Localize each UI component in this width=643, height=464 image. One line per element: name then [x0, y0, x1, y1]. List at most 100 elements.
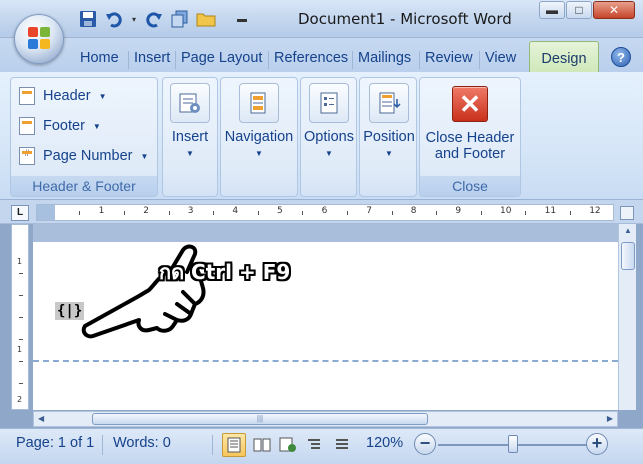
chevron-down-icon[interactable]: ▾ — [130, 9, 138, 29]
web-layout-button[interactable] — [276, 433, 300, 457]
ruler-number: 12 — [589, 206, 601, 216]
quick-access-toolbar: ▾ ▬ — [78, 8, 252, 30]
vertical-ruler-tick — [19, 383, 23, 384]
status-separator — [102, 435, 103, 455]
tab-design[interactable]: Design — [529, 41, 599, 72]
close-window-button[interactable]: ✕ — [593, 1, 635, 19]
vertical-ruler-number: 1 — [17, 345, 23, 354]
page-number-label: Page Number — [43, 148, 133, 164]
insert-button[interactable]: Insert ▼ — [167, 83, 213, 158]
tab-insert[interactable]: Insert — [132, 50, 172, 66]
print-layout-view-button[interactable] — [222, 433, 246, 457]
position-group: Position ▼ — [359, 77, 417, 197]
horizontal-scroll-thumb[interactable]: ||| — [92, 413, 428, 425]
tab-references[interactable]: References — [272, 50, 350, 66]
header-boundary-line — [33, 360, 618, 362]
page-number-button[interactable]: # Page Number ▼ — [19, 144, 148, 168]
minimize-button[interactable]: ▬ — [539, 1, 565, 19]
tab-home[interactable]: Home — [78, 50, 121, 66]
hint-text: กด Ctrl + F9 — [159, 260, 291, 284]
tab-mailings[interactable]: Mailings — [356, 50, 413, 66]
scroll-up-arrow-icon[interactable]: ▲ — [621, 226, 635, 240]
horizontal-ruler[interactable]: 1 2 3 4 5 6 7 8 9 10 11 12 — [36, 204, 614, 221]
tab-separator — [175, 51, 176, 69]
options-icon — [309, 83, 349, 123]
ruler-number: 7 — [366, 206, 372, 216]
close-header-footer-button[interactable]: ✕ Close Header and Footer — [422, 84, 518, 162]
save-icon[interactable] — [78, 9, 98, 29]
tab-separator — [419, 51, 420, 69]
vertical-ruler-tick — [19, 273, 23, 274]
vertical-ruler-number: 1 — [17, 257, 23, 266]
vertical-scrollbar[interactable]: ▲ — [618, 224, 636, 410]
ruler-number: 2 — [143, 206, 149, 216]
office-button[interactable] — [14, 14, 64, 64]
close-button-label-line1: Close Header — [425, 130, 515, 146]
chevron-down-icon: ▼ — [98, 91, 107, 101]
vertical-ruler-tick — [19, 339, 23, 340]
ruler-tick — [168, 211, 170, 215]
zoom-slider-thumb[interactable] — [508, 435, 518, 453]
tab-view[interactable]: View — [483, 50, 518, 66]
position-icon — [369, 83, 409, 123]
undo-icon[interactable] — [104, 9, 124, 29]
zoom-level[interactable]: 120% — [366, 435, 403, 451]
page-count-status[interactable]: Page: 1 of 1 — [16, 435, 94, 451]
horizontal-scroll-row: ◀ ||| ▶ — [0, 410, 643, 428]
redo-icon[interactable] — [144, 9, 164, 29]
copy-icon[interactable] — [170, 9, 190, 29]
word-count-status[interactable]: Words: 0 — [113, 435, 171, 451]
ruler-number: 11 — [544, 206, 557, 216]
outline-view-button[interactable] — [302, 433, 326, 457]
footer-icon — [19, 117, 35, 135]
help-button[interactable]: ? — [611, 47, 631, 67]
options-button[interactable]: Options ▼ — [302, 83, 356, 158]
maximize-button[interactable]: □ — [566, 1, 592, 19]
group-label: Close — [420, 176, 520, 196]
ruler-tick — [346, 211, 348, 215]
vertical-ruler[interactable]: 1 1 2 — [11, 224, 29, 410]
chevron-down-icon: ▼ — [186, 149, 194, 158]
ruler-tick — [79, 211, 81, 215]
customize-toolbar-icon[interactable]: ▬ — [232, 9, 252, 29]
tab-page-layout[interactable]: Page Layout — [179, 50, 264, 66]
field-code-braces[interactable]: {|} — [55, 302, 85, 320]
close-icon-wrapper: ✕ — [450, 84, 490, 124]
ruler-tick — [436, 211, 438, 215]
view-ruler-button[interactable] — [620, 206, 634, 220]
scroll-right-arrow-icon[interactable]: ▶ — [607, 414, 613, 423]
zoom-in-button[interactable]: + — [586, 433, 608, 455]
header-button[interactable]: Header ▼ — [19, 84, 106, 108]
navigation-icon — [239, 83, 279, 123]
draft-view-button[interactable] — [330, 433, 354, 457]
horizontal-scrollbar[interactable]: ◀ ||| ▶ — [33, 411, 618, 427]
tab-review[interactable]: Review — [423, 50, 475, 66]
page-number-icon: # — [19, 147, 35, 165]
navigation-button[interactable]: Navigation ▼ — [222, 83, 296, 158]
reading-view-icon — [253, 438, 271, 452]
ruler-number: 1 — [98, 206, 105, 216]
ruler-number: 3 — [187, 206, 194, 216]
tab-selector-button[interactable]: L — [11, 205, 29, 221]
zoom-out-button[interactable]: − — [414, 433, 436, 455]
ribbon-tabs: Home Insert Page Layout References Maili… — [0, 38, 643, 72]
options-label: Options — [304, 129, 354, 145]
scroll-left-arrow-icon[interactable]: ◀ — [38, 414, 44, 423]
vertical-scroll-thumb[interactable] — [621, 242, 635, 270]
header-label: Header — [43, 88, 91, 104]
ruler-number: 10 — [500, 206, 512, 216]
vertical-ruler-number: 2 — [17, 395, 23, 404]
ruler-tick — [257, 211, 259, 215]
status-separator — [212, 435, 213, 455]
ruler-tick — [525, 211, 527, 215]
full-screen-reading-button[interactable] — [250, 433, 274, 457]
document-page[interactable]: กด Ctrl + F9 {|} — [33, 242, 618, 410]
open-folder-icon[interactable] — [196, 9, 216, 29]
footer-button[interactable]: Footer ▼ — [19, 114, 101, 138]
ruler-tick — [569, 211, 571, 215]
position-button[interactable]: Position ▼ — [361, 83, 417, 158]
vertical-ruler-tick — [19, 361, 23, 362]
ruler-tick — [213, 211, 215, 215]
document-area: 1 1 2 กด Ctrl + F9 {|} ▲ — [0, 224, 643, 410]
ruler-bar: L 1 2 3 4 5 6 7 8 9 10 11 12 — [0, 200, 643, 224]
